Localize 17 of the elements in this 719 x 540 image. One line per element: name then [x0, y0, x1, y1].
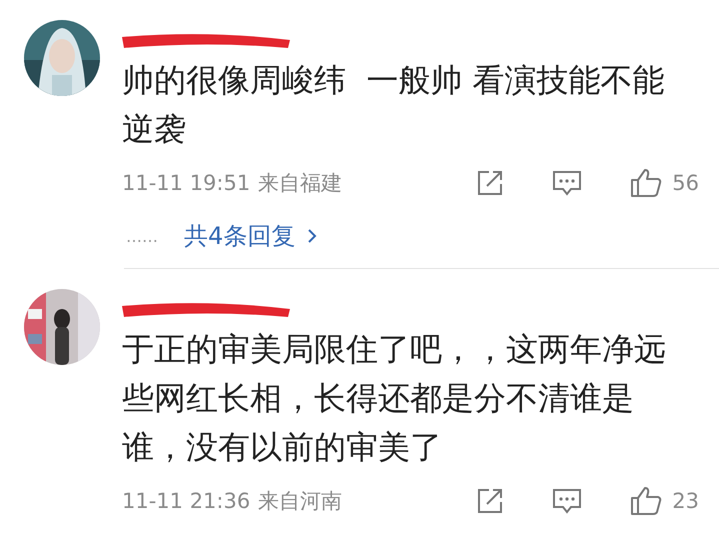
like-count: 23 [672, 489, 699, 513]
comment-location: 来自河南 [258, 488, 342, 515]
thumbs-up-icon[interactable] [630, 486, 662, 516]
share-icon[interactable] [476, 169, 504, 197]
replies-link[interactable]: 共4条回复 [184, 220, 296, 252]
comment-time: 11-11 19:51 [122, 171, 250, 195]
thumbs-up-icon[interactable] [630, 168, 662, 198]
comment-location: 来自福建 [258, 170, 342, 197]
like-count: 56 [672, 171, 699, 195]
ellipsis-dots: …… [126, 226, 158, 246]
comment-time: 11-11 21:36 [122, 489, 250, 513]
chevron-icon[interactable] [307, 228, 318, 244]
share-icon[interactable] [476, 487, 504, 515]
comment-text: 于正的审美局限住了吧，，这两年净远些网红长相，长得还都是分不清谁是谁，没有以前的审美了 [122, 329, 667, 468]
comment-icon[interactable] [552, 487, 582, 515]
comment-icon[interactable] [552, 169, 582, 197]
comment-text: 帅的很像周峻纬 一般帅 看演技能不能逆袭 [122, 60, 666, 150]
